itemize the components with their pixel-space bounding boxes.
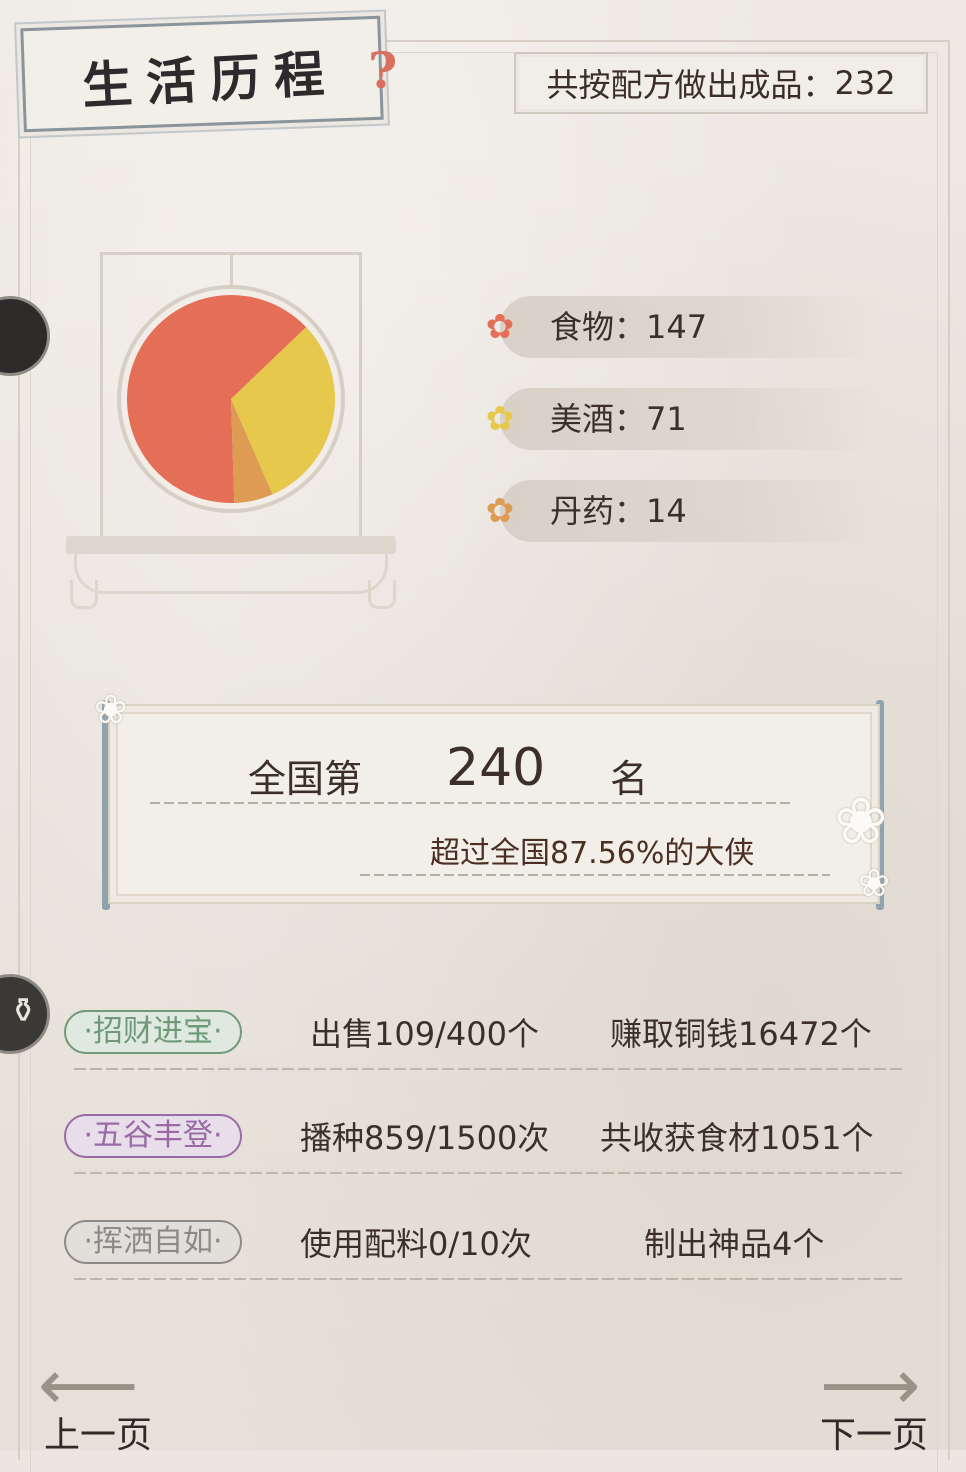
stat-badge: ·五谷丰登· <box>64 1114 242 1158</box>
legend-item-wine: ✿ 美酒：71 <box>480 388 880 450</box>
stat-primary: 播种859/1500次 <box>300 1119 550 1157</box>
stat-primary: 出售109/400个 <box>310 1015 539 1053</box>
legend-item-food: ✿ 食物：147 <box>480 296 880 358</box>
pie-stand-post <box>230 252 233 288</box>
stat-row-farming: ·五谷丰登· 播种859/1500次 共收获食材1051个 <box>64 1108 904 1174</box>
legend-item-elixir: ✿ 丹药：14 <box>480 480 880 542</box>
stat-row-seasoning: ·挥洒自如· 使用配料0/10次 制出神品4个 <box>64 1214 904 1280</box>
stat-secondary: 制出神品4个 <box>644 1225 825 1263</box>
stat-divider <box>74 1068 904 1070</box>
stat-badge: ·招财进宝· <box>64 1010 242 1054</box>
rank-divider-2 <box>360 874 830 876</box>
rank-number: 240 <box>446 738 546 798</box>
flower-icon: ✿ <box>485 491 515 531</box>
wine-jar-icon: ⚱ <box>9 991 38 1031</box>
total-products-box: 共按配方做出成品： 232 <box>514 52 928 114</box>
rank-suffix: 名 <box>610 757 649 801</box>
stat-divider <box>74 1172 904 1174</box>
total-products-value: 232 <box>834 64 896 102</box>
flower-icon: ✿ <box>485 307 515 347</box>
pie-stand-leg-left <box>70 580 98 609</box>
pie-stand-base <box>66 536 396 554</box>
category-pie-chart <box>117 285 345 513</box>
stat-primary: 使用配料0/10次 <box>300 1225 532 1263</box>
flower-decoration-icon: ❀ <box>834 785 888 859</box>
page-title: 生活历程 <box>80 43 340 116</box>
rank-prefix: 全国第 <box>248 757 363 801</box>
stat-secondary: 赚取铜钱16472个 <box>610 1015 872 1053</box>
flower-decoration-icon: ❀ <box>94 687 128 733</box>
pie-stand-table <box>74 554 388 594</box>
rank-subtitle: 超过全国87.56%的大侠 <box>430 836 755 871</box>
total-products-label: 共按配方做出成品： <box>546 66 835 104</box>
flower-decoration-icon: ❀ <box>858 861 890 905</box>
help-icon[interactable]: ? <box>368 46 397 96</box>
stat-divider <box>74 1278 904 1280</box>
rank-divider <box>150 802 790 804</box>
legend-text: 丹药：14 <box>550 492 687 530</box>
next-page-button[interactable]: 下一页 <box>820 1406 928 1458</box>
flower-icon: ✿ <box>485 399 515 439</box>
stat-secondary: 共收获食材1051个 <box>600 1119 874 1157</box>
stat-badge: ·挥洒自如· <box>64 1220 242 1264</box>
stat-row-sales: ·招财进宝· 出售109/400个 赚取铜钱16472个 <box>64 1004 904 1070</box>
prev-page-button[interactable]: 上一页 <box>44 1406 152 1458</box>
legend-text: 食物：147 <box>550 308 708 346</box>
pie-stand-leg-right <box>368 580 396 609</box>
legend-text: 美酒：71 <box>550 400 687 438</box>
